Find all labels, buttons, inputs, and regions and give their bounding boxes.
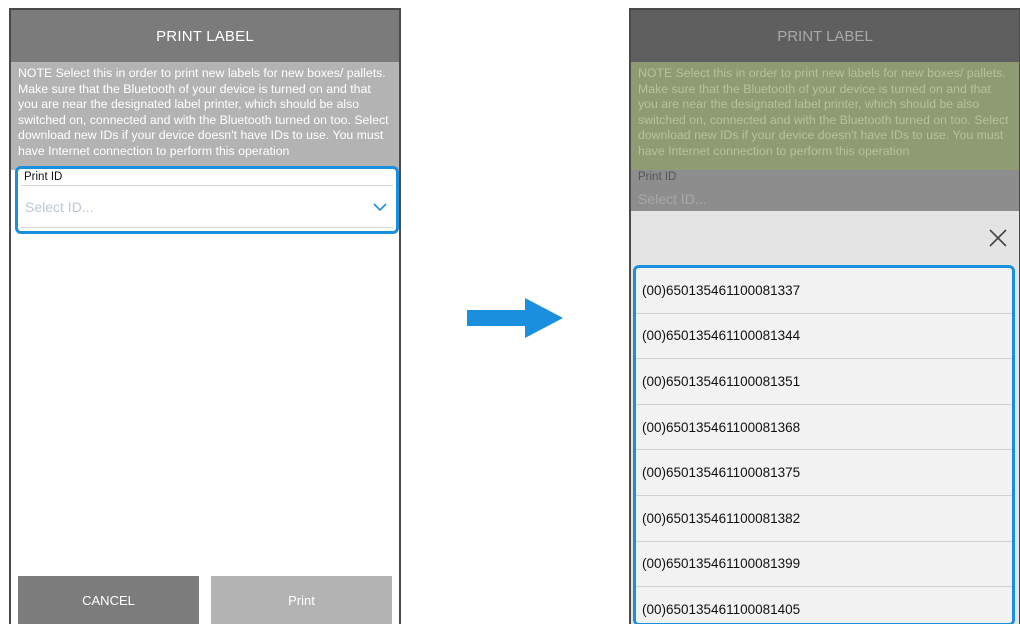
note-text: NOTE Select this in order to print new l… — [11, 62, 399, 170]
print-id-label: Print ID — [21, 169, 393, 186]
print-id-field: Print ID Select ID... — [631, 170, 1019, 211]
id-list: (00)650135461100081337 (00)6501354611000… — [633, 265, 1015, 624]
list-item[interactable]: (00)650135461100081382 — [636, 495, 1012, 542]
page-title: PRINT LABEL — [11, 10, 399, 62]
print-id-field[interactable]: Print ID Select ID... — [15, 166, 399, 234]
arrow-right-icon — [467, 298, 563, 338]
select-id-placeholder: Select ID... — [638, 191, 707, 207]
print-id-label: Print ID — [638, 171, 677, 183]
select-id-dropdown[interactable]: Select ID... — [21, 186, 393, 228]
list-item[interactable]: (00)650135461100081344 — [636, 313, 1012, 360]
chevron-down-icon — [373, 202, 387, 211]
list-item[interactable]: (00)650135461100081337 — [636, 268, 1012, 314]
select-id-placeholder: Select ID... — [25, 198, 94, 215]
print-label-screen: PRINT LABEL NOTE Select this in order to… — [9, 8, 401, 624]
list-item[interactable]: (00)650135461100081375 — [636, 450, 1012, 496]
cancel-button[interactable]: CANCEL — [18, 576, 199, 624]
print-button[interactable]: Print — [211, 576, 392, 624]
note-text: NOTE Select this in order to print new l… — [631, 62, 1019, 170]
close-icon[interactable] — [983, 223, 1013, 253]
list-item[interactable]: (00)650135461100081399 — [636, 541, 1012, 588]
list-item[interactable]: (00)650135461100081405 — [636, 587, 1012, 623]
list-item[interactable]: (00)650135461100081368 — [636, 404, 1012, 451]
page-title: PRINT LABEL — [631, 10, 1019, 62]
id-picker-sheet: (00)650135461100081337 (00)6501354611000… — [631, 211, 1019, 624]
list-item[interactable]: (00)650135461100081351 — [636, 359, 1012, 405]
print-label-screen-dropdown-open: PRINT LABEL NOTE Select this in order to… — [629, 8, 1020, 624]
